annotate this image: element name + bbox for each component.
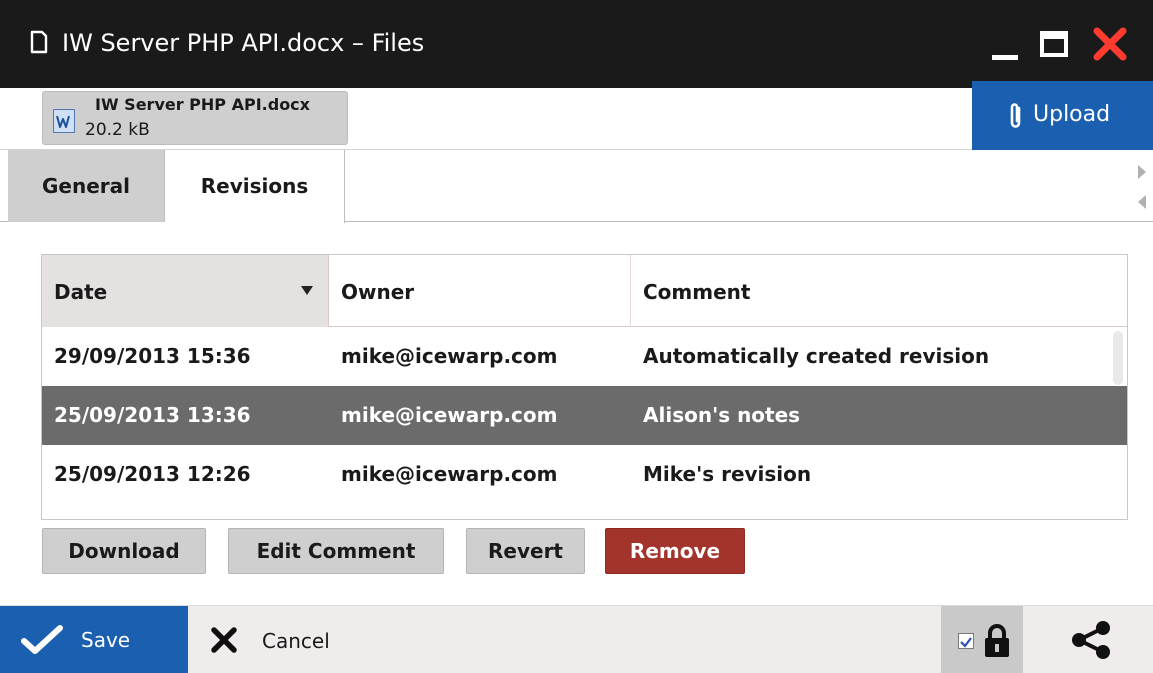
cell-owner: mike@icewarp.com (341, 403, 558, 427)
x-icon (211, 627, 237, 653)
tab-bar: General Revisions (0, 150, 1153, 223)
cancel-label: Cancel (262, 629, 330, 653)
tab-general[interactable]: General (8, 150, 165, 222)
bottom-bar: Save Cancel (0, 605, 1153, 673)
revisions-table: Date Owner Comment 29/09/2013 15:36 mike… (41, 254, 1128, 520)
tab-revisions[interactable]: Revisions (165, 150, 345, 223)
file-size: 20.2 kB (85, 120, 150, 140)
table-row[interactable]: 25/09/2013 12:26 mike@icewarp.com Mike's… (42, 445, 1127, 504)
column-header-owner[interactable]: Owner (329, 255, 631, 327)
download-button[interactable]: Download (42, 528, 206, 574)
cell-comment: Automatically created revision (643, 344, 990, 368)
window-title: IW Server PHP API.docx – Files (62, 29, 425, 57)
edit-comment-button[interactable]: Edit Comment (228, 528, 444, 574)
cell-owner: mike@icewarp.com (341, 462, 558, 486)
sort-descending-icon (301, 286, 313, 295)
column-header-comment[interactable]: Comment (631, 255, 1127, 327)
share-icon[interactable] (1067, 620, 1115, 660)
file-chip[interactable]: IW Server PHP API.docx 20.2 kB (42, 91, 348, 145)
revert-button[interactable]: Revert (466, 528, 585, 574)
table-header: Date Owner Comment (42, 255, 1127, 327)
close-icon (1093, 27, 1127, 61)
file-name: IW Server PHP API.docx (95, 95, 310, 114)
table-row-selected[interactable]: 25/09/2013 13:36 mike@icewarp.com Alison… (42, 386, 1127, 445)
lock-checkbox[interactable] (958, 633, 974, 649)
title-bar: IW Server PHP API.docx – Files (0, 0, 1153, 88)
save-button[interactable]: Save (0, 606, 188, 673)
tab-scroll-left-icon[interactable] (1137, 194, 1147, 210)
close-button[interactable] (1088, 22, 1132, 66)
upload-button[interactable]: Upload (972, 81, 1153, 151)
cell-owner: mike@icewarp.com (341, 344, 558, 368)
checkbox-check-icon (960, 637, 972, 648)
upload-label: Upload (1033, 102, 1111, 127)
save-label: Save (81, 628, 131, 652)
lock-icon (985, 624, 1009, 657)
checkmark-icon (21, 625, 63, 654)
paperclip-icon (1010, 103, 1021, 128)
maximize-button[interactable] (1034, 22, 1078, 66)
cell-comment: Alison's notes (643, 403, 801, 427)
maximize-icon (1040, 31, 1068, 57)
table-scrollbar[interactable] (1113, 331, 1123, 385)
lock-toggle[interactable] (941, 606, 1023, 673)
minimize-button[interactable] (984, 22, 1028, 66)
document-icon (30, 30, 48, 54)
column-header-date[interactable]: Date (42, 255, 329, 327)
cancel-button[interactable]: Cancel (205, 606, 365, 673)
tab-scroll-right-icon[interactable] (1137, 164, 1147, 180)
table-row[interactable]: 29/09/2013 15:36 mike@icewarp.com Automa… (42, 327, 1127, 386)
word-document-icon (53, 109, 75, 133)
cell-date: 25/09/2013 13:36 (54, 403, 251, 427)
cell-date: 29/09/2013 15:36 (54, 344, 251, 368)
cell-date: 25/09/2013 12:26 (54, 462, 251, 486)
column-header-date-label: Date (54, 280, 108, 304)
cell-comment: Mike's revision (643, 462, 812, 486)
minimize-icon (992, 55, 1018, 60)
remove-button[interactable]: Remove (605, 528, 745, 574)
